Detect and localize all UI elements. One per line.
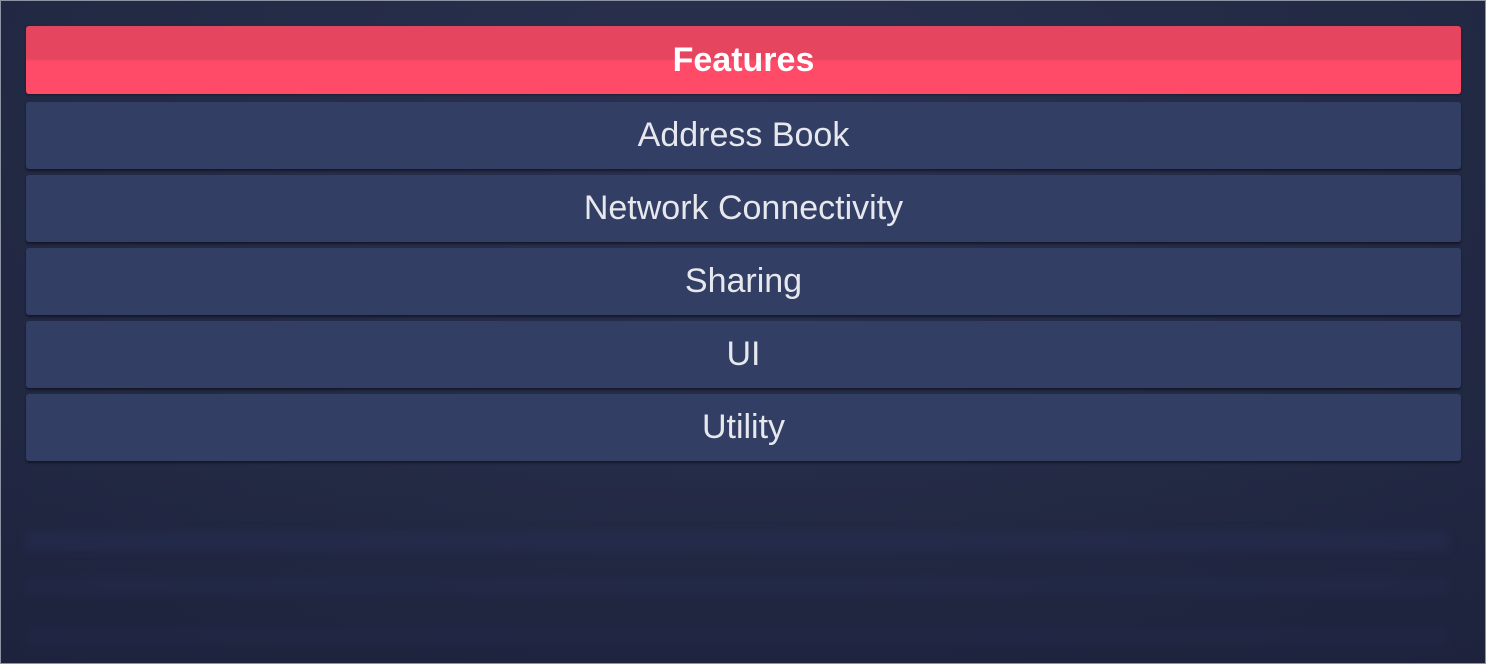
list-item-address-book[interactable]: Address Book — [26, 102, 1461, 169]
features-window: Features Address Book Network Connectivi… — [0, 0, 1486, 664]
list-item-label: Network Connectivity — [583, 189, 904, 227]
features-header: Features — [26, 26, 1461, 94]
list-item-ui[interactable]: UI — [26, 321, 1461, 388]
features-list: Features Address Book Network Connectivi… — [26, 26, 1461, 467]
background-strip — [25, 626, 1449, 646]
features-header-title: Features — [672, 40, 815, 79]
list-item-label: Address Book — [637, 116, 850, 154]
list-item-label: Sharing — [684, 262, 803, 300]
background-strip — [25, 531, 1449, 551]
list-item-network-connectivity[interactable]: Network Connectivity — [26, 175, 1461, 242]
list-item-utility[interactable]: Utility — [26, 394, 1461, 461]
list-item-sharing[interactable]: Sharing — [26, 248, 1461, 315]
background-strip — [25, 576, 1449, 596]
list-item-label: Utility — [701, 408, 786, 446]
list-item-label: UI — [726, 335, 761, 373]
